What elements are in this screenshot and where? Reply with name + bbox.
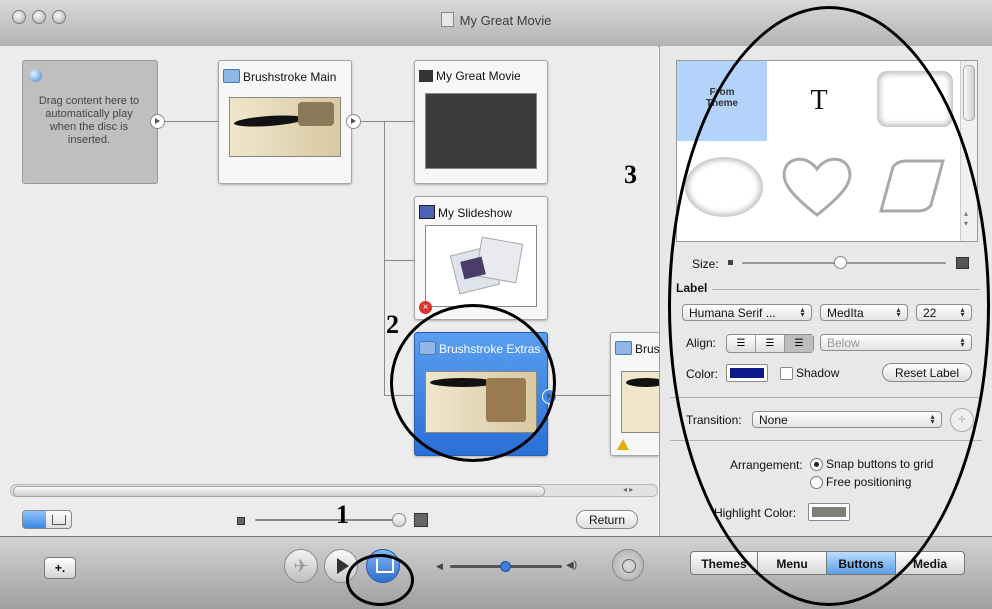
slideshow-thumbnail [425,225,537,307]
scroll-thumb[interactable] [13,486,545,497]
volume-slider-thumb[interactable] [500,561,511,572]
list-view-icon[interactable] [23,511,46,528]
node-title: Brushstroke Main [243,70,337,84]
dvd-map-view: Drag content here to automatically play … [0,46,683,536]
annotation-circle-2 [390,304,556,462]
autoplay-text: Drag content here to automatically play … [38,95,140,146]
burn-disc-button[interactable] [612,549,644,581]
document-icon [440,12,454,27]
zoom-large-icon [414,513,428,527]
motion-walk-button[interactable]: ✈ [284,549,318,583]
folder-icon [615,341,632,355]
node-title: My Slideshow [438,206,513,220]
annotation-number-1: 1 [336,500,349,529]
film-icon [419,70,433,82]
view-mode-toggle[interactable] [22,510,72,529]
menu-node-brushstroke-main[interactable]: Brushstroke Main [218,60,352,184]
menu-thumbnail [229,97,341,157]
zoom-slider-thumb[interactable] [392,513,406,527]
error-icon: × [419,301,432,314]
scroll-thumb[interactable] [963,65,975,121]
add-button[interactable]: +. [44,557,76,579]
volume-high-icon: ◀) [566,560,578,571]
annotation-number-3: 3 [624,160,637,189]
folder-icon [223,69,240,83]
window-title-text: My Great Movie [459,13,552,28]
return-button[interactable]: Return [576,510,638,529]
scroll-arrows-icon[interactable]: ◂ ▸ [623,485,633,494]
main-arrow-button[interactable] [346,114,361,129]
zoom-small-icon [237,517,245,525]
annotation-circle-1 [346,554,414,606]
disc-icon [29,69,42,82]
aperture-icon [622,559,636,573]
zoom-slider-track[interactable] [255,519,405,521]
node-title: Brus [635,342,660,356]
autoplay-drop-well[interactable]: Drag content here to automatically play … [22,60,158,184]
volume-low-icon: ◀ [436,561,443,571]
annotation-circle-3 [668,6,990,606]
annotation-number-2: 2 [386,310,399,339]
map-horizontal-scrollbar[interactable]: ◂ ▸ [10,484,658,497]
node-title: My Great Movie [436,69,521,83]
movie-thumbnail [425,93,537,169]
movie-node-my-great-movie[interactable]: My Great Movie [414,60,548,184]
slideshow-node-my-slideshow[interactable]: My Slideshow × [414,196,548,320]
slideshow-icon [419,205,435,219]
warning-icon [617,439,629,450]
tree-view-icon[interactable] [52,515,66,525]
autoplay-arrow-button[interactable] [150,114,165,129]
